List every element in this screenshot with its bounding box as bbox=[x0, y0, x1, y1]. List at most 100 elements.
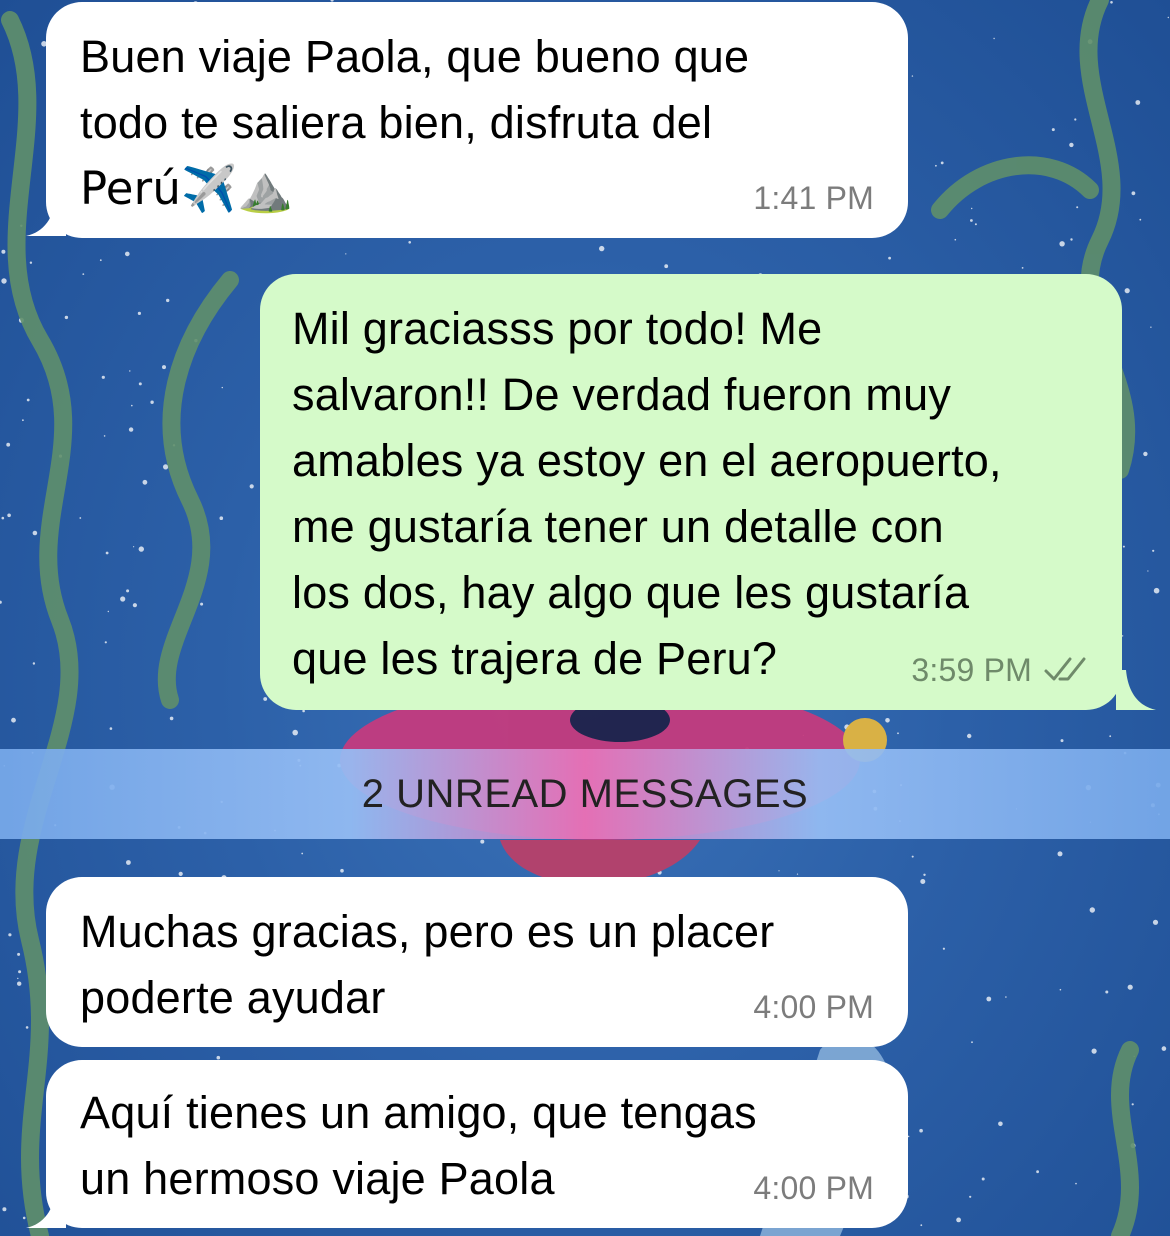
message-time: 3:59 PM bbox=[911, 652, 1032, 688]
star-dot bbox=[1005, 996, 1007, 998]
star-dot bbox=[79, 517, 82, 519]
star-dot bbox=[301, 852, 304, 855]
star-dot bbox=[1057, 851, 1063, 857]
star-dot bbox=[664, 264, 669, 269]
message-bubble-incoming[interactable]: Buen viaje Paola, que bueno que todo te s… bbox=[46, 2, 908, 238]
star-dot bbox=[1, 278, 7, 284]
star-dot bbox=[1153, 587, 1160, 594]
star-dot bbox=[219, 516, 224, 520]
star-dot bbox=[18, 970, 22, 974]
star-dot bbox=[17, 952, 21, 956]
star-dot bbox=[1131, 191, 1136, 196]
star-dot bbox=[17, 981, 22, 986]
star-dot bbox=[131, 404, 133, 407]
star-dot bbox=[1121, 635, 1124, 637]
star-dot bbox=[345, 253, 347, 255]
message-time: 4:00 PM bbox=[753, 989, 874, 1025]
star-dot bbox=[907, 1135, 910, 1138]
star-dot bbox=[129, 370, 131, 372]
star-dot bbox=[967, 733, 972, 739]
star-dot bbox=[263, 697, 268, 701]
star-dot bbox=[8, 933, 12, 937]
star-dot bbox=[22, 419, 24, 422]
star-dot bbox=[103, 435, 106, 437]
star-dot bbox=[125, 251, 130, 257]
star-dot bbox=[1089, 907, 1096, 913]
star-dot bbox=[911, 75, 914, 77]
star-dot bbox=[1152, 549, 1155, 552]
star-dot bbox=[971, 1041, 973, 1044]
message-time: 1:41 PM bbox=[753, 180, 874, 216]
star-dot bbox=[104, 641, 107, 644]
star-dot bbox=[0, 600, 2, 604]
star-dot bbox=[942, 947, 946, 950]
star-dot bbox=[920, 1224, 923, 1227]
star-dot bbox=[911, 855, 914, 858]
star-dot bbox=[954, 238, 957, 241]
star-dot bbox=[32, 530, 38, 536]
star-dot bbox=[923, 873, 926, 876]
star-dot bbox=[163, 464, 169, 470]
star-dot bbox=[142, 479, 148, 485]
star-dot bbox=[1143, 451, 1148, 457]
star-dot bbox=[1051, 128, 1055, 132]
star-dot bbox=[981, 1177, 985, 1181]
message-time: 4:00 PM bbox=[753, 1170, 874, 1206]
star-dot bbox=[107, 610, 110, 613]
star-dot bbox=[885, 718, 890, 723]
star-dot bbox=[125, 860, 131, 865]
star-dot bbox=[1152, 919, 1159, 925]
star-dot bbox=[1, 249, 6, 254]
star-dot bbox=[138, 546, 144, 552]
star-dot bbox=[897, 732, 899, 735]
star-dot bbox=[1150, 326, 1152, 328]
star-dot bbox=[1059, 988, 1062, 991]
star-dot bbox=[1070, 238, 1073, 241]
star-dot bbox=[126, 589, 130, 593]
star-dot bbox=[1105, 990, 1109, 994]
star-dot bbox=[919, 1128, 923, 1133]
star-dot bbox=[82, 273, 85, 275]
message-text: Mil graciasss por todo! Me salvaron!! De … bbox=[292, 303, 1002, 684]
star-dot bbox=[956, 1217, 961, 1223]
star-dot bbox=[17, 977, 19, 980]
star-dot bbox=[796, 873, 799, 875]
star-dot bbox=[32, 662, 36, 665]
message-bubble-incoming[interactable]: Muchas gracias, pero es un placer poderte… bbox=[46, 877, 908, 1047]
star-dot bbox=[25, 1026, 29, 1029]
star-dot bbox=[940, 161, 944, 165]
star-dot bbox=[99, 259, 102, 262]
star-dot bbox=[974, 223, 977, 226]
star-dot bbox=[7, 513, 11, 518]
star-dot bbox=[480, 839, 485, 844]
star-dot bbox=[888, 256, 891, 260]
star-dot bbox=[26, 398, 30, 402]
star-dot bbox=[970, 219, 973, 222]
star-dot bbox=[162, 365, 166, 370]
star-dot bbox=[1135, 100, 1141, 105]
star-dot bbox=[29, 261, 33, 264]
star-dot bbox=[169, 716, 174, 721]
star-dot bbox=[1122, 545, 1125, 548]
star-dot bbox=[138, 382, 142, 386]
star-dot bbox=[986, 996, 992, 1002]
star-dot bbox=[1059, 241, 1065, 247]
star-dot bbox=[1036, 1170, 1039, 1174]
star-dot bbox=[1075, 1182, 1077, 1185]
star-dot bbox=[1074, 118, 1077, 121]
star-dot bbox=[1091, 1048, 1097, 1054]
star-dot bbox=[200, 602, 204, 606]
message-bubble-incoming[interactable]: Aquí tienes un amigo, que tengas un hermo… bbox=[46, 1060, 908, 1228]
message-bubble-outgoing[interactable]: Mil graciasss por todo! Me salvaron!! De … bbox=[260, 274, 1122, 710]
star-dot bbox=[778, 870, 780, 872]
star-dot bbox=[178, 871, 183, 877]
star-dot bbox=[1076, 206, 1079, 209]
star-dot bbox=[249, 484, 254, 489]
star-dot bbox=[1069, 142, 1074, 148]
star-dot bbox=[128, 427, 134, 432]
star-dot bbox=[1124, 288, 1130, 294]
star-dot bbox=[599, 245, 605, 252]
star-dot bbox=[1161, 1046, 1167, 1051]
star-dot bbox=[1131, 1103, 1134, 1106]
star-dot bbox=[150, 400, 154, 404]
